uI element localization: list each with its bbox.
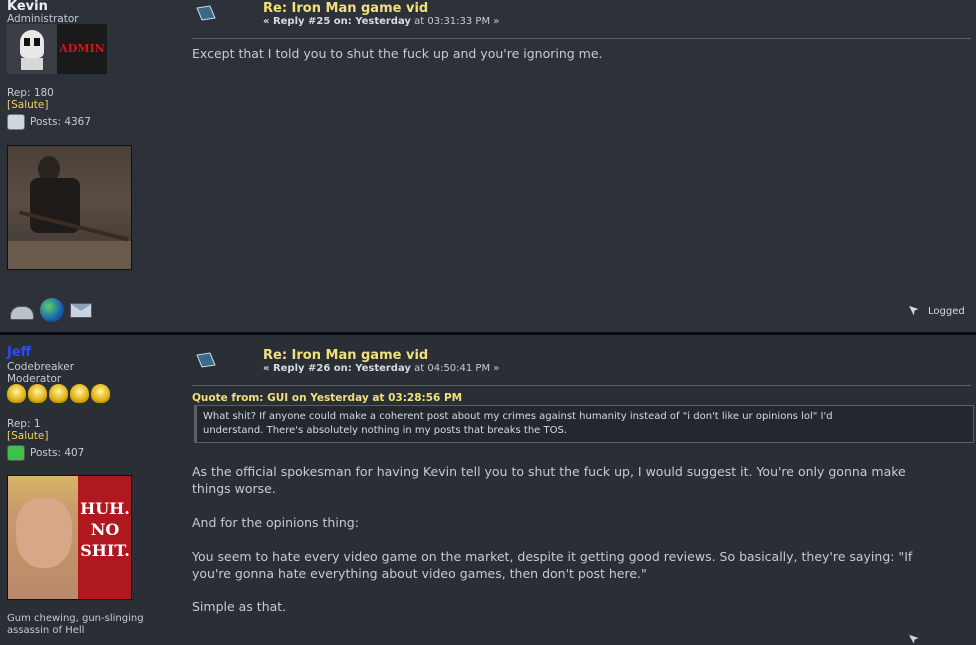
reply-number: « Reply #25 on: Yesterday <box>263 16 411 27</box>
post-title[interactable]: Re: Iron Man game vid <box>263 348 428 363</box>
avatar-jeff: HUH. NO SHIT. <box>7 475 132 600</box>
salute-link[interactable]: [Salute] <box>7 430 48 442</box>
post-count-row: Posts: 4367 <box>7 114 91 130</box>
skull-star-icon <box>49 384 68 403</box>
rep-count: Rep: 1 <box>7 418 41 430</box>
username-kevin[interactable]: Kevin <box>7 0 177 13</box>
quote-line: understand. There's absolutely nothing i… <box>203 425 567 436</box>
offline-status-icon <box>7 114 25 130</box>
post-divider <box>192 38 971 39</box>
quote-block: What shit? If anyone could make a cohere… <box>194 405 974 443</box>
logged-indicator <box>906 632 922 645</box>
online-status-icon <box>7 445 25 461</box>
avatar-caption: HUH. NO SHIT. <box>80 499 130 560</box>
skull-star-icon <box>7 384 26 403</box>
post-meta: « Reply #26 on: Yesterday at 04:50:41 PM… <box>263 363 499 374</box>
ip-logged-icon <box>906 633 922 645</box>
topic-xx-icon <box>196 352 216 368</box>
post-meta: « Reply #25 on: Yesterday at 03:31:33 PM… <box>263 16 499 27</box>
post-title[interactable]: Re: Iron Man game vid <box>263 1 428 16</box>
rep-count: Rep: 180 <box>7 87 54 99</box>
website-globe-icon[interactable] <box>40 298 64 322</box>
post-time: at 03:31:33 PM » <box>410 16 500 27</box>
post-body-para4: Simple as that. <box>192 599 287 614</box>
quote-line: What shit? If anyone could make a cohere… <box>203 411 833 422</box>
post-count: Posts: 407 <box>30 447 85 459</box>
topic-xx-icon <box>196 5 216 21</box>
post-body-para3: You seem to hate every video game on the… <box>192 549 913 581</box>
rank-stars <box>7 384 110 403</box>
post-divider <box>192 385 971 386</box>
skull-star-icon <box>28 384 47 403</box>
post-time: at 04:50:41 PM » <box>410 363 500 374</box>
profile-icons <box>8 298 92 322</box>
reply-number: « Reply #26 on: Yesterday <box>263 363 411 374</box>
author-panel-kevin: Kevin Administrator ADMIN Rep: 180 [Salu… <box>7 0 177 130</box>
email-icon[interactable] <box>70 302 92 318</box>
author-panel-jeff: Jeff Codebreaker Moderator Rep: 1 [Salut… <box>7 346 177 461</box>
ip-logged-icon <box>907 304 922 319</box>
custom-title: Codebreaker <box>7 361 75 373</box>
avatar-kevin <box>7 145 132 270</box>
logged-label: Logged <box>928 305 965 317</box>
post-body-para1: As the official spokesman for having Kev… <box>192 464 906 496</box>
salute-link[interactable]: [Salute] <box>7 99 48 111</box>
skull-star-icon <box>70 384 89 403</box>
skull-star-icon <box>91 384 110 403</box>
rank-badge-image: ADMIN <box>7 24 107 74</box>
username-jeff[interactable]: Jeff <box>7 346 177 359</box>
post-body: Except that I told you to shut the fuck … <box>192 46 603 61</box>
skull-icon <box>7 24 57 74</box>
quote-header[interactable]: Quote from: GUI on Yesterday at 03:28:56… <box>192 392 462 404</box>
post-count-row: Posts: 407 <box>7 445 84 461</box>
post-body-para2: And for the opinions thing: <box>192 515 359 530</box>
post-count: Posts: 4367 <box>30 116 92 128</box>
personal-text: Gum chewing, gun-slinging assassin of He… <box>7 613 144 636</box>
admin-badge-text: ADMIN <box>57 24 107 74</box>
profile-icon[interactable] <box>8 300 34 320</box>
logged-indicator: Logged <box>906 303 965 319</box>
